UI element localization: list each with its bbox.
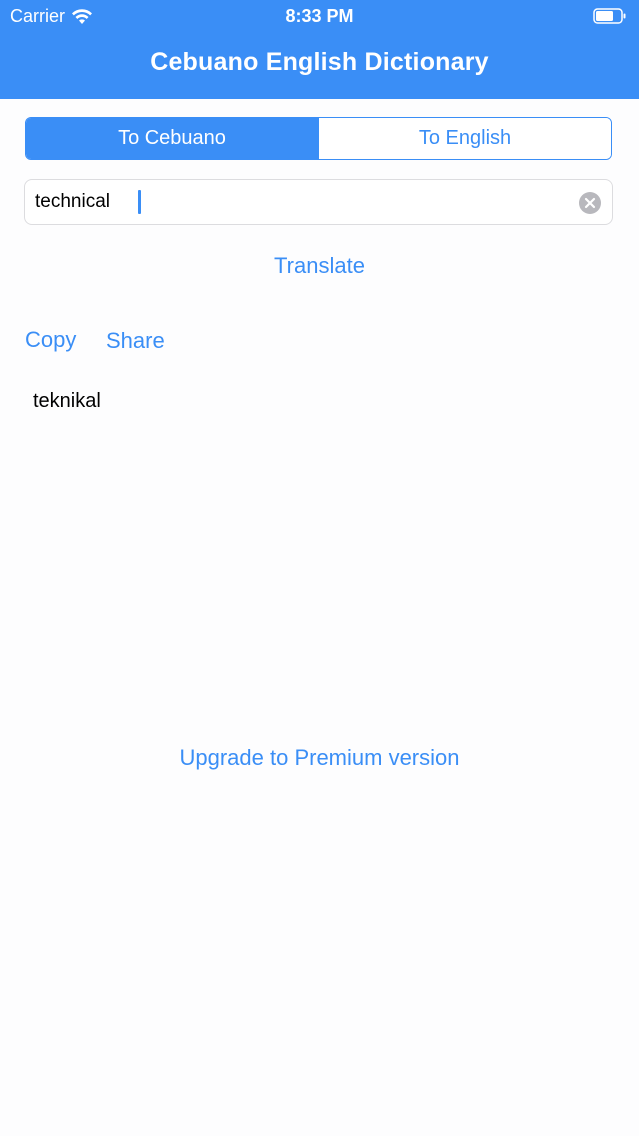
clear-circle-icon[interactable] — [579, 192, 601, 214]
segment-to-english[interactable]: To English — [318, 118, 611, 159]
text-cursor — [138, 190, 141, 214]
search-box — [24, 179, 613, 225]
direction-segmented-control: To Cebuano To English — [25, 117, 612, 160]
copy-button[interactable]: Copy — [25, 327, 76, 353]
nav-title: Cebuano English Dictionary — [150, 48, 489, 76]
translate-button[interactable]: Translate — [0, 253, 639, 279]
share-button[interactable]: Share — [106, 328, 165, 354]
upgrade-premium-button[interactable]: Upgrade to Premium version — [0, 745, 639, 771]
segment-to-cebuano[interactable]: To Cebuano — [26, 118, 318, 159]
translation-result: teknikal — [33, 390, 101, 412]
header: Carrier 8:33 PM Cebuano English Dictiona… — [0, 0, 639, 99]
status-bar: Carrier 8:33 PM — [0, 0, 639, 34]
battery-icon — [593, 8, 626, 24]
status-time: 8:33 PM — [285, 6, 354, 26]
search-input[interactable] — [35, 189, 555, 215]
